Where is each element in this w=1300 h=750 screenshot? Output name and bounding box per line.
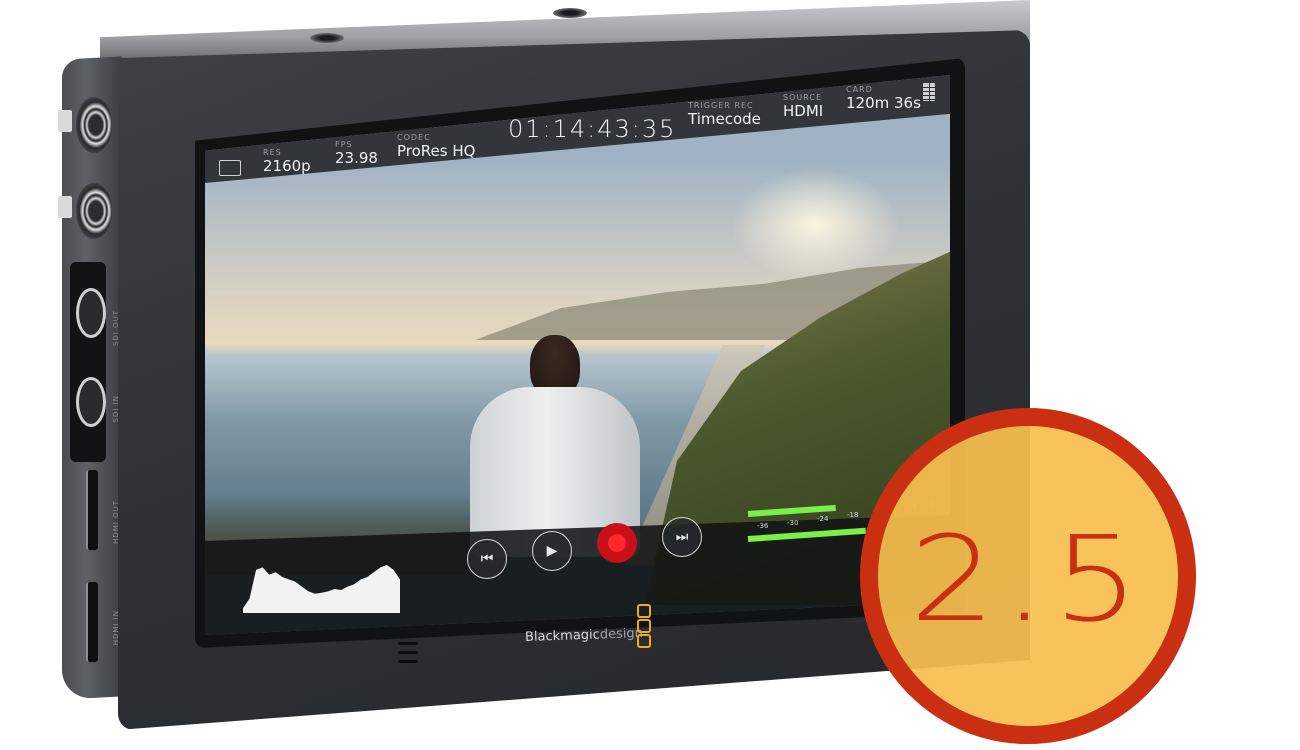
speaker-grille-icon [398, 642, 420, 668]
card-value: 120m 36s [846, 94, 921, 112]
meter-tick: -24 [817, 515, 829, 523]
sd-card-icon[interactable] [923, 83, 935, 101]
card-readout[interactable]: CARD 120m 36s [846, 85, 921, 112]
play-icon: ▶ [546, 543, 558, 559]
trigger-rec-value: Timecode [688, 110, 761, 128]
meter-tick: -36 [757, 522, 769, 530]
version-badge: 2.5 [860, 408, 1196, 744]
fps-value: 23.98 [335, 149, 378, 167]
skip-forward-button[interactable]: ⏭ [662, 517, 702, 557]
touchscreen[interactable]: RES 2160p FPS 23.98 CODEC ProRes HQ 01:1… [205, 75, 950, 635]
record-button[interactable] [597, 523, 637, 563]
mount-screw-hole [553, 8, 587, 18]
brand-logo-icon [637, 604, 651, 648]
source-value: HDMI [783, 102, 824, 120]
timecode-display[interactable]: 01:14:43:35 [508, 115, 676, 143]
codec-readout[interactable]: CODEC ProRes HQ [397, 133, 475, 160]
xlr-audio-input-2[interactable] [76, 183, 112, 239]
codec-label: CODEC [397, 133, 431, 142]
skip-back-icon: ⏮ [480, 551, 494, 567]
sdi-out-connector[interactable] [76, 288, 106, 338]
histogram [243, 565, 400, 613]
trigger-rec-label: TRIGGER REC [688, 101, 754, 110]
histogram-fill [243, 565, 400, 613]
xlr-latch-2[interactable] [58, 196, 72, 218]
version-number: 2.5 [909, 510, 1147, 648]
xlr-latch-1[interactable] [58, 110, 72, 132]
mount-screw-hole [310, 33, 344, 43]
hdmi-in-port[interactable] [86, 582, 98, 662]
res-label: RES [263, 148, 282, 157]
skip-back-button[interactable]: ⏮ [467, 539, 507, 579]
meter-tick: -18 [847, 511, 859, 519]
source-readout[interactable]: SOURCE HDMI [783, 93, 823, 120]
res-value: 2160p [263, 157, 311, 175]
source-label: SOURCE [783, 93, 823, 102]
fps-label: FPS [335, 140, 353, 149]
sdi-in-connector[interactable] [76, 377, 106, 427]
hdmi-out-port[interactable] [86, 470, 98, 550]
play-button[interactable]: ▶ [532, 531, 572, 571]
frame-guide-icon[interactable] [219, 160, 241, 176]
video-person [470, 335, 640, 557]
card-label: CARD [846, 85, 873, 94]
res-readout[interactable]: RES 2160p [263, 148, 311, 175]
codec-value: ProRes HQ [397, 142, 476, 160]
record-icon [608, 534, 626, 552]
xlr-audio-input-1[interactable] [76, 97, 112, 153]
skip-forward-icon: ⏭ [675, 529, 689, 545]
fps-readout[interactable]: FPS 23.98 [335, 140, 378, 167]
brand-name-bold: Blackmagic [524, 627, 601, 646]
meter-tick: -30 [787, 519, 799, 527]
sdi-connector-block [70, 262, 106, 462]
trigger-rec-readout[interactable]: TRIGGER REC Timecode [688, 101, 761, 128]
